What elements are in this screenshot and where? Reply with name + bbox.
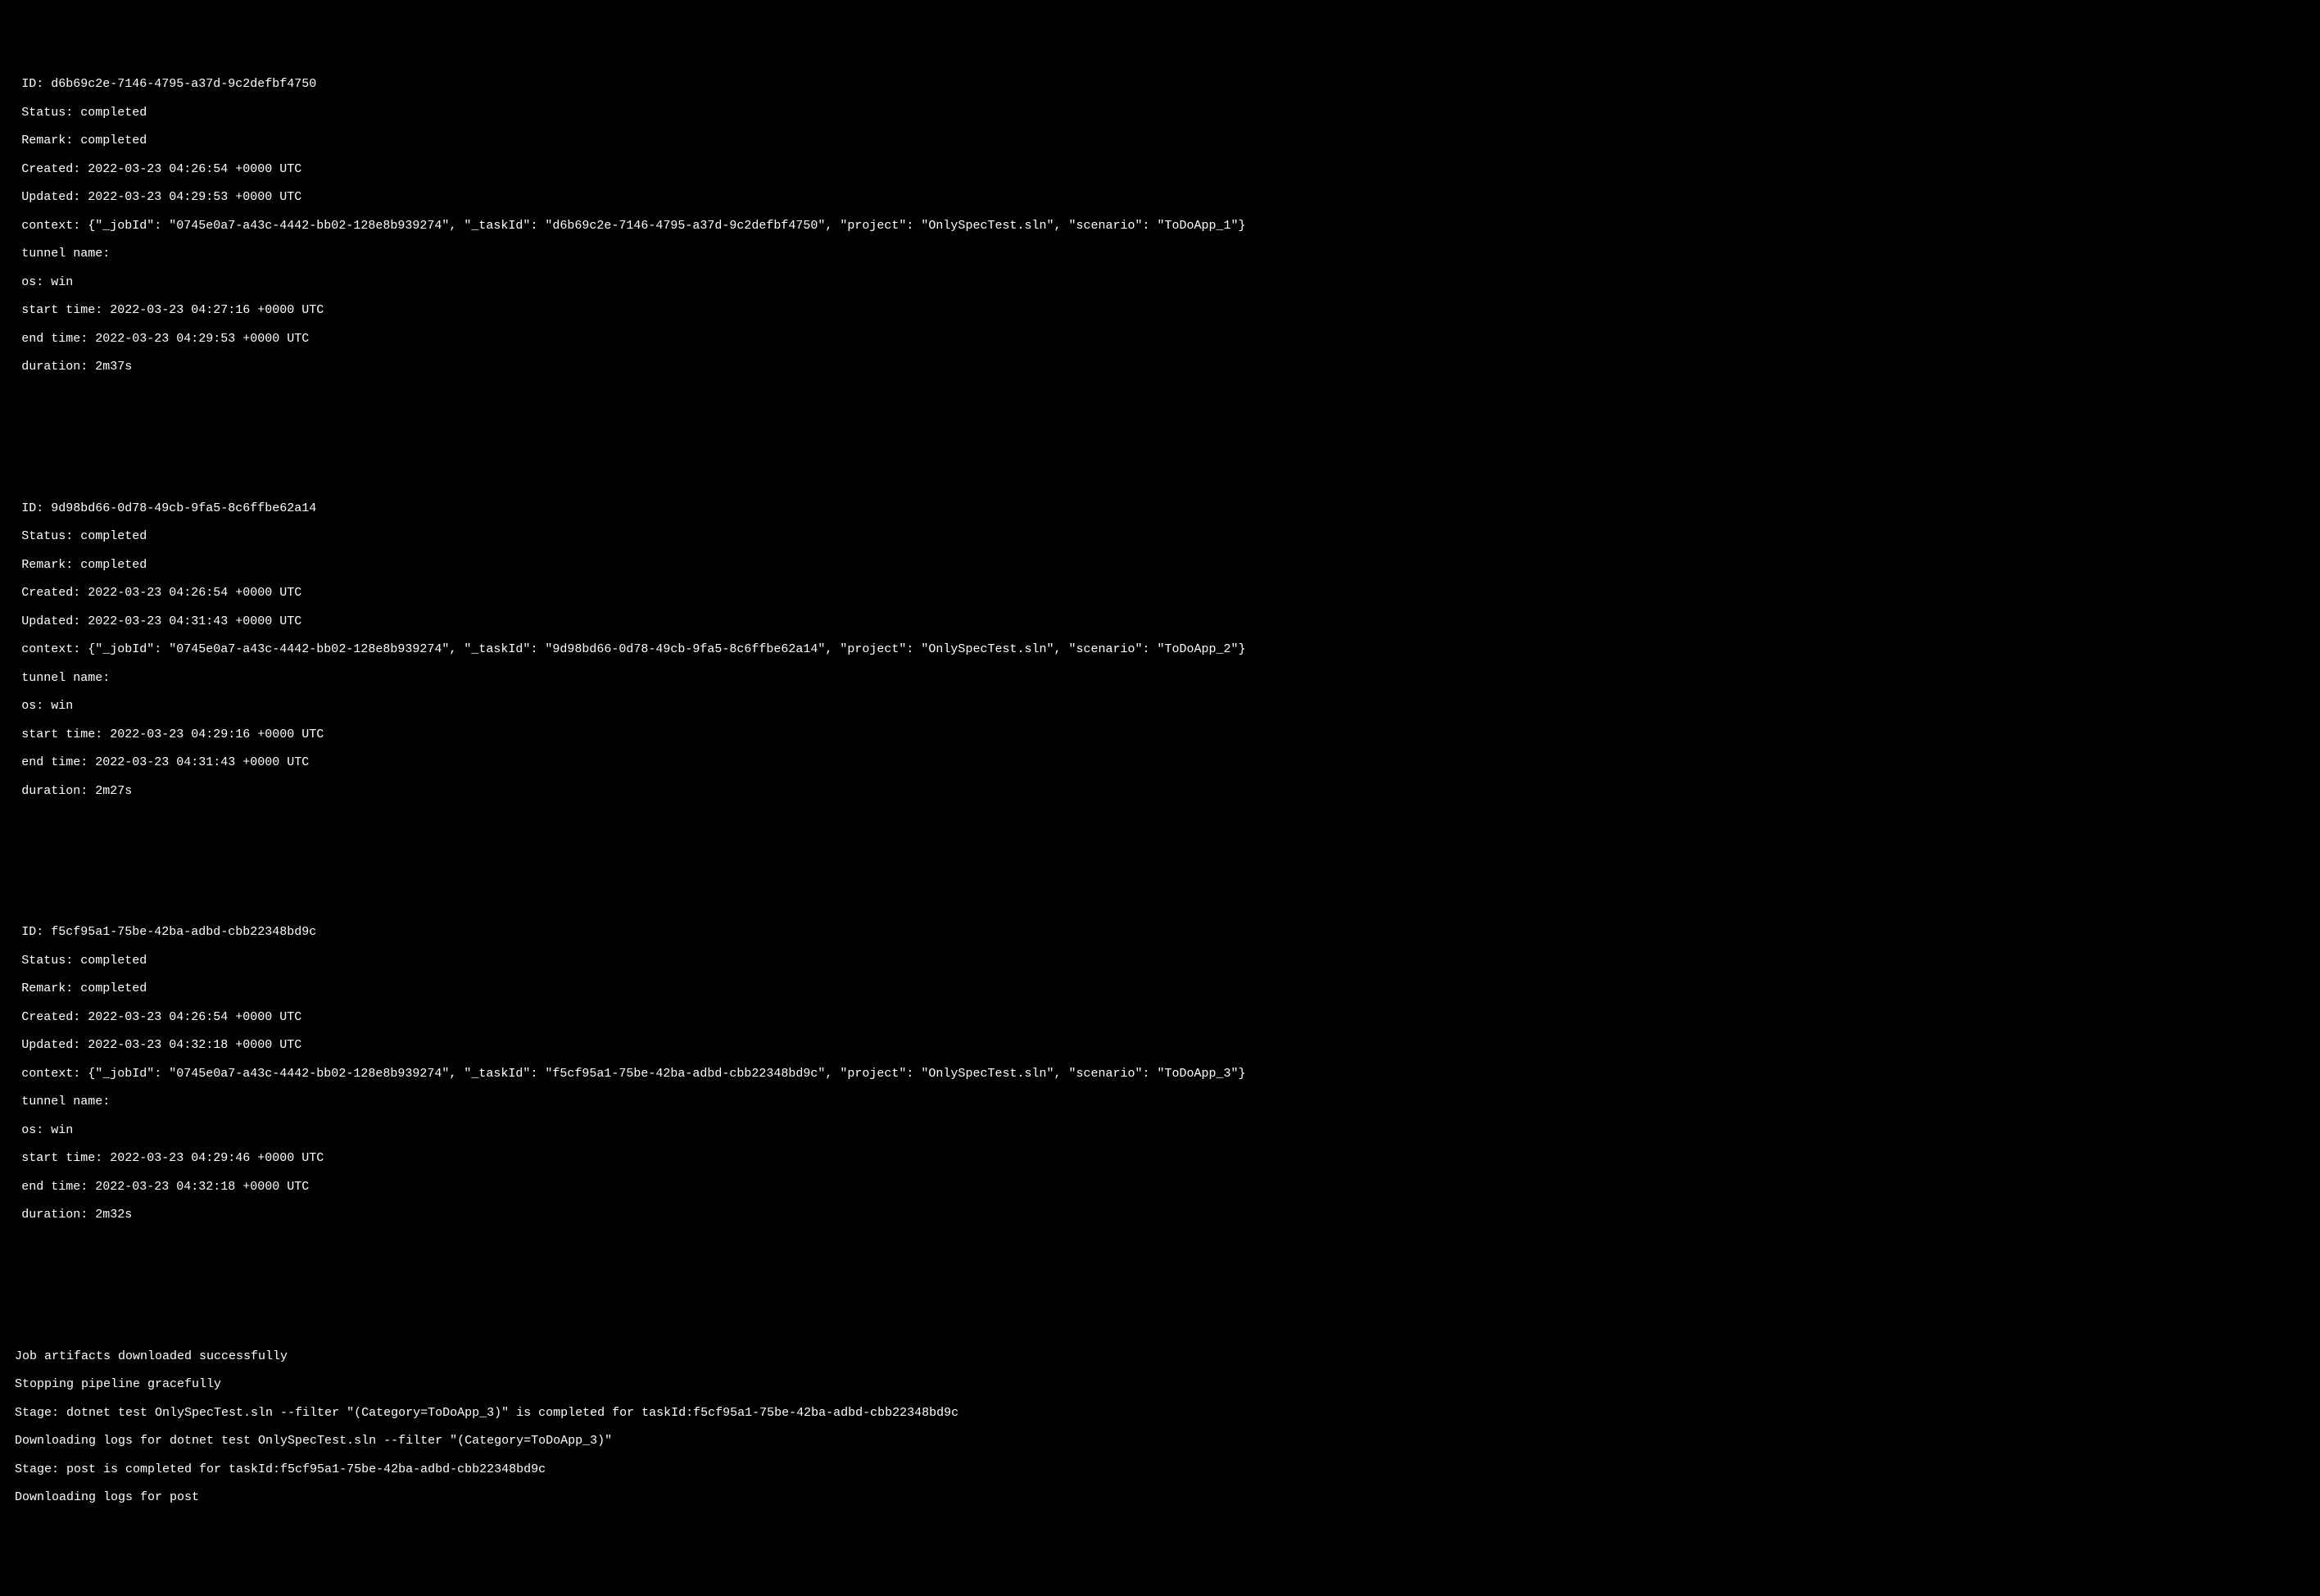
log-stage-complete-line: Stage: dotnet test OnlySpecTest.sln --fi… <box>15 1406 2305 1420</box>
task-id-line: ID: f5cf95a1-75be-42ba-adbd-cbb22348bd9c <box>21 925 2305 939</box>
task-duration-line: duration: 2m37s <box>21 360 2305 374</box>
task-updated-line: Updated: 2022-03-23 04:29:53 +0000 UTC <box>21 190 2305 204</box>
task-updated-line: Updated: 2022-03-23 04:31:43 +0000 UTC <box>21 614 2305 628</box>
task-context-line: context: {"_jobId": "0745e0a7-a43c-4442-… <box>21 219 2305 233</box>
task-tunnel-line: tunnel name: <box>21 1095 2305 1109</box>
blank-line <box>15 445 2305 459</box>
task-tunnel-line: tunnel name: <box>21 247 2305 261</box>
task-created-line: Created: 2022-03-23 04:26:54 +0000 UTC <box>21 1010 2305 1024</box>
task-updated-line: Updated: 2022-03-23 04:32:18 +0000 UTC <box>21 1038 2305 1052</box>
footer-log-block: Job artifacts downloaded successfully St… <box>15 1335 2305 1519</box>
blank-line <box>15 1264 2305 1278</box>
blank-line <box>15 841 2305 855</box>
task-id-line: ID: d6b69c2e-7146-4795-a37d-9c2defbf4750 <box>21 77 2305 91</box>
task-context-line: context: {"_jobId": "0745e0a7-a43c-4442-… <box>21 642 2305 656</box>
task-tunnel-line: tunnel name: <box>21 671 2305 685</box>
task-duration-line: duration: 2m32s <box>21 1208 2305 1222</box>
task-created-line: Created: 2022-03-23 04:26:54 +0000 UTC <box>21 162 2305 176</box>
task-start-line: start time: 2022-03-23 04:27:16 +0000 UT… <box>21 303 2305 317</box>
blank-line <box>15 416 2305 430</box>
task-block: ID: 9d98bd66-0d78-49cb-9fa5-8c6ffbe62a14… <box>21 487 2305 813</box>
log-artifacts-line: Job artifacts downloaded successfully <box>15 1349 2305 1363</box>
task-remark-line: Remark: completed <box>21 558 2305 572</box>
log-stopping-line: Stopping pipeline gracefully <box>15 1377 2305 1391</box>
task-start-line: start time: 2022-03-23 04:29:46 +0000 UT… <box>21 1151 2305 1165</box>
blank-line <box>15 868 2305 882</box>
task-end-line: end time: 2022-03-23 04:32:18 +0000 UTC <box>21 1180 2305 1194</box>
task-remark-line: Remark: completed <box>21 134 2305 147</box>
task-remark-line: Remark: completed <box>21 982 2305 995</box>
log-downloading-line: Downloading logs for dotnet test OnlySpe… <box>15 1434 2305 1448</box>
task-start-line: start time: 2022-03-23 04:29:16 +0000 UT… <box>21 728 2305 741</box>
task-status-line: Status: completed <box>21 529 2305 543</box>
log-downloading-post-line: Downloading logs for post <box>15 1490 2305 1504</box>
task-os-line: os: win <box>21 275 2305 289</box>
task-status-line: Status: completed <box>21 954 2305 968</box>
task-context-line: context: {"_jobId": "0745e0a7-a43c-4442-… <box>21 1067 2305 1081</box>
blank-line <box>15 1293 2305 1307</box>
log-stage-post-line: Stage: post is completed for taskId:f5cf… <box>15 1462 2305 1476</box>
task-end-line: end time: 2022-03-23 04:31:43 +0000 UTC <box>21 755 2305 769</box>
task-block: ID: d6b69c2e-7146-4795-a37d-9c2defbf4750… <box>21 63 2305 388</box>
task-os-line: os: win <box>21 699 2305 713</box>
task-block: ID: f5cf95a1-75be-42ba-adbd-cbb22348bd9c… <box>21 911 2305 1236</box>
task-created-line: Created: 2022-03-23 04:26:54 +0000 UTC <box>21 586 2305 600</box>
task-duration-line: duration: 2m27s <box>21 784 2305 798</box>
task-id-line: ID: 9d98bd66-0d78-49cb-9fa5-8c6ffbe62a14 <box>21 501 2305 515</box>
task-os-line: os: win <box>21 1123 2305 1137</box>
task-end-line: end time: 2022-03-23 04:29:53 +0000 UTC <box>21 332 2305 346</box>
task-status-line: Status: completed <box>21 106 2305 120</box>
